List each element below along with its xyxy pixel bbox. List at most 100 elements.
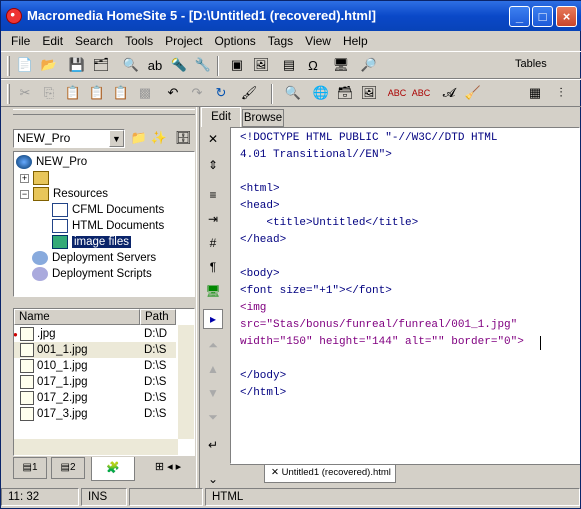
code-inspector-icon[interactable]: 🔍 — [283, 83, 303, 103]
undo-icon[interactable]: ↶ — [163, 83, 183, 103]
cut-icon[interactable]: ✂ — [15, 83, 35, 103]
tree-node-deployment-servers[interactable]: Deployment Servers — [32, 250, 156, 266]
tab-site-view[interactable]: ⊞ ◂ ▸ — [141, 457, 195, 479]
column-header-path[interactable]: Path — [140, 309, 176, 325]
close-button[interactable]: × — [556, 6, 577, 27]
list-item[interactable]: 010_1.jpg D:\S — [14, 358, 176, 374]
menu-edit[interactable]: Edit — [36, 34, 69, 48]
image-icon[interactable]: 🖼 — [359, 83, 379, 103]
panel-grip[interactable] — [13, 109, 195, 115]
menu-tools[interactable]: Tools — [119, 34, 159, 48]
text-cursor — [540, 336, 541, 350]
list-item[interactable]: 017_1.jpg D:\S — [14, 374, 176, 390]
new-file-icon[interactable]: 📄 — [15, 55, 35, 75]
tab-panel-2[interactable]: ▤2 — [51, 457, 85, 479]
save-all-icon[interactable]: 🗂 — [91, 55, 111, 75]
browse-icon[interactable]: 🖼 — [251, 55, 271, 75]
arrow-up-icon[interactable]: ▲ — [203, 359, 223, 379]
menu-options[interactable]: Options — [208, 34, 261, 48]
project-properties-icon[interactable]: 🗄 — [173, 128, 193, 148]
color-dropdown-icon[interactable]: 🖌 — [239, 83, 259, 103]
maximize-button[interactable]: □ — [532, 6, 553, 27]
paste-special-icon[interactable]: 📋 — [87, 83, 107, 103]
move-icon[interactable]: ⇕ — [203, 155, 223, 175]
copy-icon[interactable]: ⎘ — [39, 83, 59, 103]
table-wizard-icon[interactable]: ⫶ — [551, 83, 571, 103]
word-wrap-icon[interactable]: ↵ — [203, 435, 223, 455]
arrow-down-icon[interactable]: ▼ — [203, 383, 223, 403]
horizontal-scrollbar[interactable] — [14, 439, 178, 455]
document-tab[interactable]: ✕ Untitled1 (recovered).html — [264, 465, 396, 483]
clipboard-icon[interactable]: 📋 — [111, 83, 131, 103]
mark-spelling-icon[interactable]: ABC — [411, 83, 431, 103]
tree-node-image-files[interactable]: image files — [52, 234, 131, 250]
menu-file[interactable]: File — [5, 34, 36, 48]
tab-edit[interactable]: Edit — [201, 107, 241, 127]
menu-search[interactable]: Search — [69, 34, 119, 48]
menu-project[interactable]: Project — [159, 34, 208, 48]
code-line: </html> — [240, 387, 287, 399]
preview-icon[interactable]: 🖥 — [331, 55, 351, 75]
find-icon[interactable]: 🔍 — [121, 55, 141, 75]
tag-inspector-icon[interactable]: ▤ — [279, 55, 299, 75]
menu-view[interactable]: View — [299, 34, 337, 48]
tree-node-html-documents[interactable]: HTML Documents — [52, 218, 164, 234]
open-project-folder-icon[interactable]: 📁 — [129, 128, 149, 148]
font-icon[interactable]: 𝓐 — [439, 83, 459, 103]
spell-check-icon[interactable]: ABC — [387, 83, 407, 103]
hash-icon[interactable]: # — [203, 233, 223, 253]
tab-panel-1[interactable]: ▤1 — [13, 457, 47, 479]
list-item[interactable]: ● .jpg D:\D — [14, 326, 176, 342]
table-icon[interactable]: ▦ — [525, 83, 545, 103]
list-item[interactable]: 017_3.jpg D:\S — [14, 406, 176, 422]
special-characters-icon[interactable]: Ω — [303, 55, 323, 75]
format-icon[interactable]: ≡ — [203, 185, 223, 205]
arrow-down-bottom-icon[interactable]: ⏷ — [203, 407, 223, 427]
tree-node-cfml-documents[interactable]: CFML Documents — [52, 202, 164, 218]
clear-icon[interactable]: ▩ — [135, 83, 155, 103]
codesweeper-icon[interactable]: 🧹 — [463, 83, 483, 103]
paragraph-icon[interactable]: ¶ — [203, 257, 223, 277]
open-file-icon[interactable]: 📂 — [39, 55, 59, 75]
save-icon[interactable]: 💾 — [67, 55, 87, 75]
file-list: Name Path ● .jpg D:\D 001_1.jpg D:\S 010_1.… — [13, 308, 195, 456]
menu-help[interactable]: Help — [337, 34, 374, 48]
column-header-name[interactable]: Name — [14, 309, 140, 325]
redo-icon[interactable]: ↷ — [187, 83, 207, 103]
menu-tags[interactable]: Tags — [262, 34, 299, 48]
arrow-up-top-icon[interactable]: ⏶ — [203, 335, 223, 355]
code-line: 4.01 Transitional//EN"> — [240, 149, 392, 161]
extended-replace-icon[interactable]: 🔧 — [193, 55, 213, 75]
project-wizard-icon[interactable]: ✨ — [149, 128, 169, 148]
tab-resources[interactable]: 🧩 — [91, 457, 135, 481]
code-editor[interactable]: <!DOCTYPE HTML PUBLIC "-//W3C//DTD HTML … — [230, 127, 580, 464]
project-select[interactable]: NEW_Pro ▼ — [13, 129, 125, 148]
tree-node-folder[interactable]: + — [20, 170, 53, 186]
chevron-down-icon[interactable]: ▼ — [109, 130, 124, 147]
close-document-icon[interactable]: ✕ — [203, 129, 223, 149]
paste-icon[interactable]: 📋 — [63, 83, 83, 103]
toolbar-grip[interactable] — [7, 84, 10, 104]
tree-node-project[interactable]: NEW_Pro — [16, 154, 87, 170]
minimize-button[interactable]: _ — [509, 6, 530, 27]
layers-icon[interactable]: 🗃 — [335, 83, 355, 103]
vertical-scrollbar[interactable] — [178, 325, 194, 439]
resource-tab-icon[interactable]: ▣ — [227, 55, 247, 75]
tree-node-resources[interactable]: − Resources — [20, 186, 108, 202]
list-item[interactable]: 017_2.jpg D:\S — [14, 390, 176, 406]
replace-icon[interactable]: ab — [145, 55, 165, 75]
homesite-app-icon[interactable] — [6, 8, 22, 24]
editor-toolbar: ✕ ⇕ ≡ ⇥ # ¶ 🖥 ▸ ⏶ ▲ ▼ ⏷ ↵ ⌄ — [200, 127, 227, 488]
list-item[interactable]: 001_1.jpg D:\S — [14, 342, 176, 358]
monitor-icon[interactable]: 🖥 — [203, 281, 223, 301]
globe-icon[interactable]: 🌐 — [311, 83, 331, 103]
extended-find-icon[interactable]: 🔦 — [169, 55, 189, 75]
validate-icon[interactable]: 🔎 — [359, 55, 379, 75]
indent-icon[interactable]: ⇥ — [203, 209, 223, 229]
refresh-icon[interactable]: ↻ — [211, 83, 231, 103]
expand-toolbar-icon[interactable]: ⌄ — [203, 469, 223, 489]
play-icon[interactable]: ▸ — [203, 309, 223, 329]
tree-node-deployment-scripts[interactable]: Deployment Scripts — [32, 266, 152, 282]
toolbar-grip[interactable] — [7, 56, 10, 76]
tab-browse[interactable]: Browse — [242, 109, 284, 127]
